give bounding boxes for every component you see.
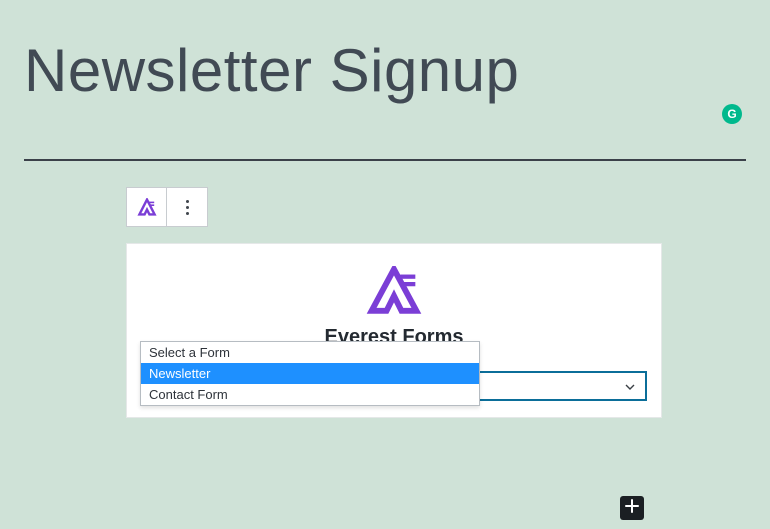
everest-logo-icon [137, 198, 157, 216]
form-option-contact[interactable]: Contact Form [141, 384, 479, 405]
grammarly-badge-icon[interactable]: G [722, 104, 742, 124]
block-toolbar [126, 187, 208, 227]
page-title[interactable]: Newsletter Signup [24, 36, 519, 105]
plus-icon [624, 498, 640, 519]
form-option-newsletter[interactable]: Newsletter [141, 363, 479, 384]
block-type-button[interactable] [127, 188, 167, 226]
add-block-button[interactable] [620, 496, 644, 520]
more-options-button[interactable] [167, 188, 207, 226]
everest-logo-large-icon [141, 266, 647, 314]
chevron-down-icon [625, 377, 635, 395]
form-select-dropdown: Select a Form Newsletter Contact Form [140, 341, 480, 406]
everest-forms-block: Everest Forms Select a Form Select a For… [126, 187, 662, 418]
separator [24, 159, 746, 161]
more-vertical-icon [186, 200, 189, 215]
form-option-placeholder[interactable]: Select a Form [141, 342, 479, 363]
